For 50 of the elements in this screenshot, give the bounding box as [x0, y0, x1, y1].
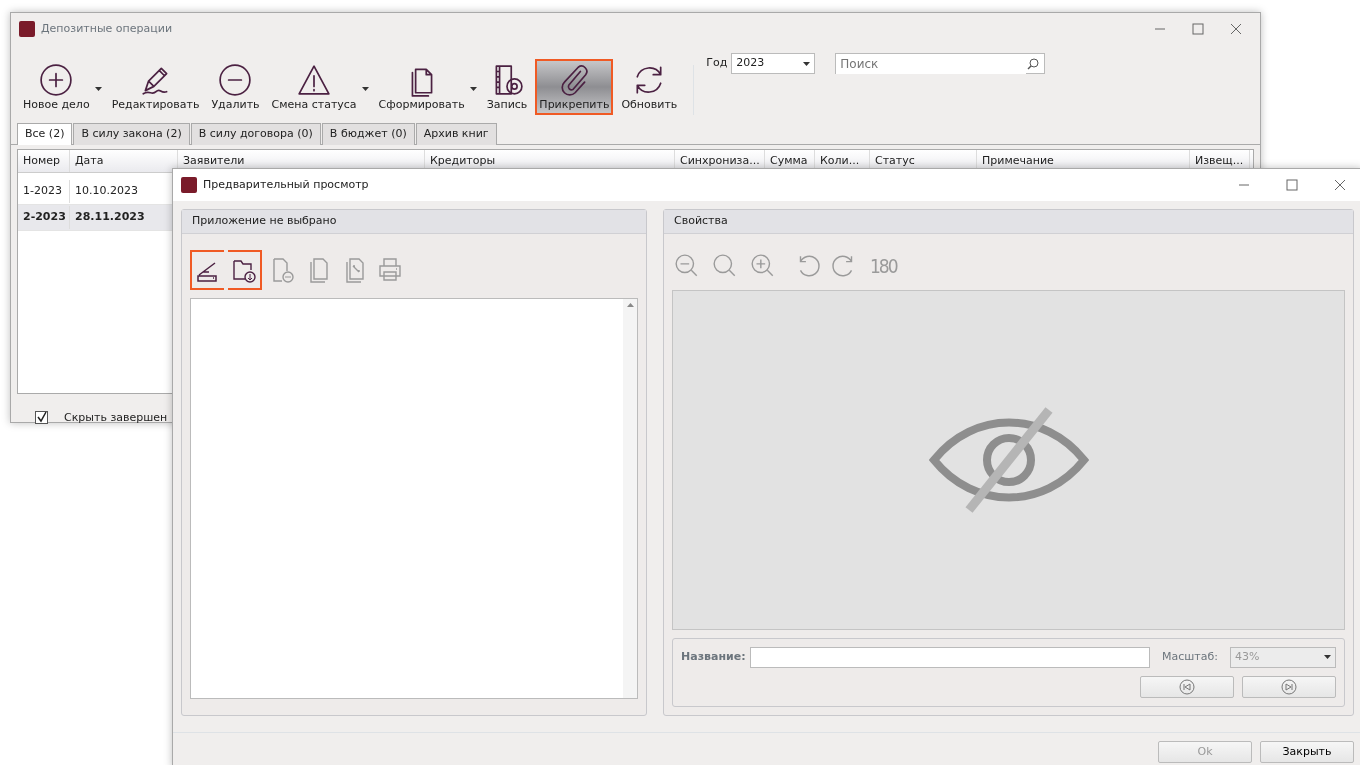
next-button[interactable]: [1242, 675, 1336, 698]
close-button[interactable]: Закрыть: [1260, 740, 1354, 763]
dialog-title: Предварительный просмотр: [203, 176, 369, 193]
window-title: Депозитные операции: [41, 20, 173, 37]
tab[interactable]: Архив книг: [415, 123, 497, 145]
plus-circle-icon: [39, 62, 74, 97]
year-label: Год: [706, 55, 728, 72]
app-icon: [181, 177, 197, 193]
tab[interactable]: В силу закона (2): [73, 123, 190, 145]
folder-download-icon[interactable]: [228, 249, 262, 290]
dropdown-caret-icon: [803, 61, 811, 66]
app-icon: [19, 21, 35, 37]
toolbar-button[interactable]: Сформировать: [374, 58, 469, 115]
checkbox[interactable]: [35, 411, 48, 425]
minus-circle-icon: [218, 62, 253, 97]
skip-back-icon: [1179, 678, 1195, 695]
search-field[interactable]: Поиск: [835, 53, 1046, 74]
tab[interactable]: Все (2): [17, 123, 73, 145]
scale-label: Масштаб:: [1162, 648, 1218, 665]
table-cell: 1-2023: [18, 180, 70, 203]
warning-icon: [297, 62, 332, 97]
toolbar-button[interactable]: Новое дело: [19, 58, 94, 115]
tab[interactable]: В силу договора (0): [190, 123, 321, 145]
maximize-icon[interactable]: [1192, 23, 1204, 35]
scrollbar[interactable]: [623, 298, 637, 698]
toolbar-button[interactable]: Смена статуса: [267, 58, 361, 115]
toolbar-button[interactable]: Запись: [482, 58, 532, 115]
table-cell: 2-2023: [18, 206, 70, 229]
search-icon[interactable]: [1026, 56, 1041, 71]
toolbar-button[interactable]: Удалить: [207, 58, 264, 115]
scanner-icon[interactable]: [190, 249, 224, 290]
tab[interactable]: В бюджет (0): [321, 123, 415, 145]
dropdown-caret-icon: [1324, 655, 1331, 659]
name-label: Название:: [681, 648, 746, 665]
panel-title: Приложение не выбрано: [182, 210, 646, 234]
name-field[interactable]: [749, 646, 1150, 668]
year-dropdown[interactable]: 2023: [731, 53, 816, 74]
toolbar-button[interactable]: Прикрепить: [535, 58, 614, 115]
close-icon[interactable]: [1230, 23, 1242, 35]
toolbar-button[interactable]: Редактировать: [107, 58, 204, 115]
maximize-icon[interactable]: [1286, 179, 1298, 191]
hidden-eye-icon: [928, 404, 1089, 515]
panel-title: Свойства: [664, 210, 1353, 234]
scroll-up-icon[interactable]: [626, 302, 634, 307]
checkbox-label: Скрыть завершен: [64, 409, 168, 426]
skip-forward-icon: [1281, 678, 1297, 695]
close-icon[interactable]: [1334, 179, 1346, 191]
previous-button[interactable]: [1140, 675, 1234, 698]
column-header[interactable]: Номер: [18, 149, 70, 172]
toolbar-button[interactable]: Обновить: [617, 58, 682, 115]
